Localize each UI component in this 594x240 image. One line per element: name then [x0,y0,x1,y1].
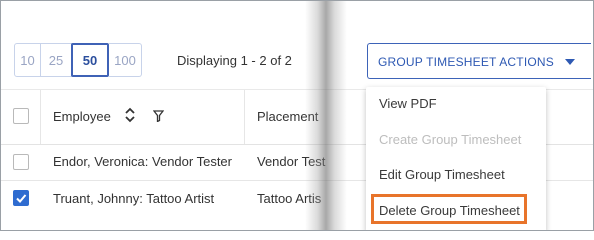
page-size-selector: 10 25 50 100 [14,43,142,77]
column-divider [40,90,41,144]
employee-cell: Truant, Johnny: Tattoo Artist [53,191,215,206]
sort-icon[interactable] [124,107,136,128]
row-checkbox[interactable] [13,154,29,170]
row-checkbox[interactable] [13,190,29,206]
checkmark-icon [16,194,27,203]
select-all-checkbox[interactable] [13,108,29,124]
displaying-count: Displaying 1 - 2 of 2 [177,53,292,68]
menu-item-create-group-timesheet: Create Group Timesheet [379,132,522,147]
column-divider [244,90,245,144]
image-blur-divider [305,1,347,230]
employee-cell: Endor, Veronica: Vendor Tester [53,154,232,169]
page-size-10-button[interactable]: 10 [14,43,41,77]
toolbar: 10 25 50 100 Displaying 1 - 2 of 2 GROUP… [1,1,593,85]
page-size-100-button[interactable]: 100 [109,43,142,77]
column-header-employee[interactable]: Employee [53,109,111,124]
group-timesheet-actions-label: GROUP TIMESHEET ACTIONS [378,55,554,69]
highlight-box [371,194,527,224]
menu-item-view-pdf[interactable]: View PDF [379,96,437,111]
menu-item-edit-group-timesheet[interactable]: Edit Group Timesheet [379,167,505,182]
filter-icon[interactable] [152,109,165,127]
caret-down-icon [565,59,575,65]
page-size-25-button[interactable]: 25 [41,43,72,77]
group-timesheet-actions-button[interactable]: GROUP TIMESHEET ACTIONS [367,43,591,79]
page-size-50-button[interactable]: 50 [71,43,109,77]
timesheet-panel: 10 25 50 100 Displaying 1 - 2 of 2 GROUP… [0,0,594,231]
